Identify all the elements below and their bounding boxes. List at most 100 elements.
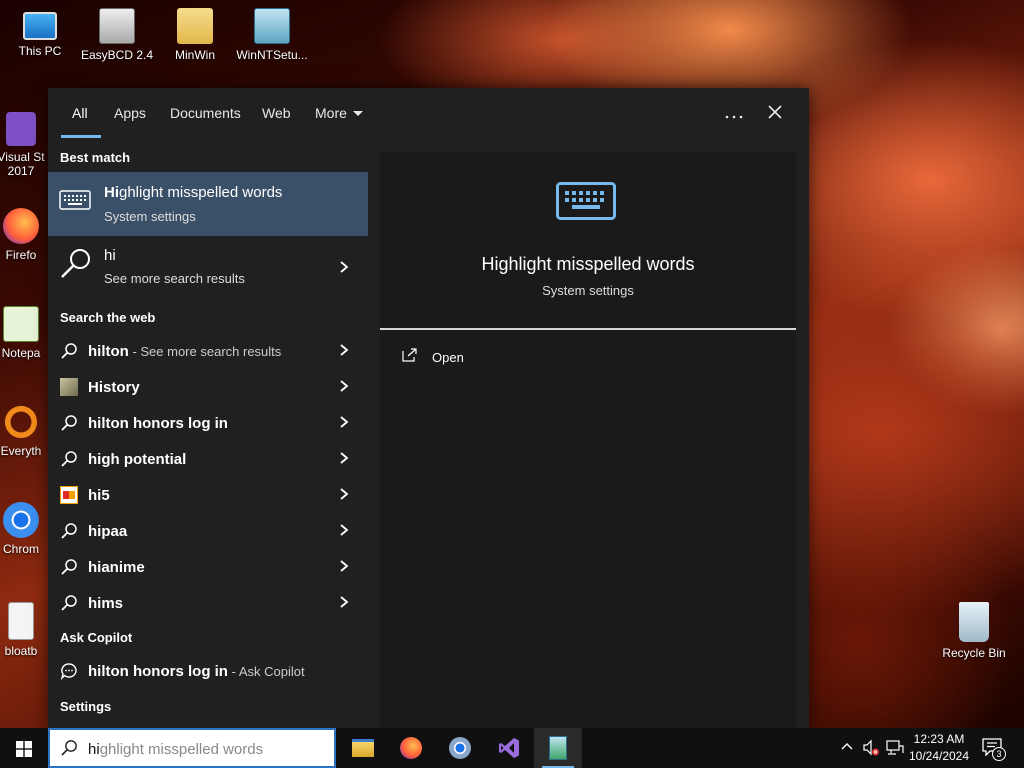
folder-icon bbox=[352, 739, 374, 757]
preview-pane: Highlight misspelled words System settin… bbox=[380, 152, 796, 728]
web-result-row[interactable]: high potential bbox=[48, 442, 368, 476]
tab-web[interactable]: Web bbox=[262, 105, 291, 121]
taskbar-chrome[interactable] bbox=[436, 728, 484, 768]
desktop-icon-visual-studio[interactable]: Visual St 2017 bbox=[0, 112, 50, 178]
more-search-results[interactable]: hi See more search results bbox=[48, 238, 368, 296]
search-icon bbox=[61, 740, 77, 756]
copilot-result-text: hilton honors log in - Ask Copilot bbox=[88, 663, 305, 680]
desktop-icon-chrome[interactable]: Chrom bbox=[0, 502, 50, 556]
notification-count-badge: 3 bbox=[992, 747, 1006, 761]
best-match-title: Highlight misspelled words bbox=[104, 184, 282, 201]
hi5-logo-icon bbox=[60, 486, 78, 504]
best-match-subtitle: System settings bbox=[104, 209, 196, 224]
desktop-icon-label: EasyBCD 2.4 bbox=[80, 48, 154, 62]
search-input[interactable]: highlight misspelled words bbox=[88, 741, 263, 758]
search-icon bbox=[61, 559, 77, 575]
copilot-result-bold: hilton honors log in bbox=[88, 663, 228, 680]
chevron-right-icon bbox=[340, 380, 349, 392]
search-icon bbox=[61, 343, 77, 359]
web-result-row[interactable]: hims bbox=[48, 586, 368, 620]
chevron-right-icon bbox=[340, 560, 349, 572]
desktop-icon-everything[interactable]: Everyth bbox=[0, 404, 50, 458]
desktop-icon-bloatbox[interactable]: bloatb bbox=[0, 602, 50, 658]
volume-muted-icon[interactable] bbox=[862, 739, 880, 757]
desktop-icon-minwin[interactable]: MinWin bbox=[155, 8, 235, 62]
folder-icon bbox=[177, 8, 213, 44]
web-result-bold: hianime bbox=[88, 559, 145, 576]
web-result-bold: hi5 bbox=[88, 487, 110, 504]
tab-all[interactable]: All bbox=[72, 105, 88, 121]
section-ask-copilot: Ask Copilot bbox=[60, 630, 133, 645]
clock-date[interactable]: 10/24/2024 bbox=[906, 749, 972, 763]
more-results-subtitle: See more search results bbox=[104, 271, 245, 286]
chrome-icon bbox=[449, 737, 471, 759]
search-tabs: All Apps Documents Web More bbox=[48, 88, 809, 140]
desktop-icon-label: Firefo bbox=[5, 248, 37, 262]
setup-icon bbox=[254, 8, 290, 44]
web-result-bold: hims bbox=[88, 595, 124, 612]
start-button[interactable] bbox=[0, 728, 48, 768]
web-result-row[interactable]: hilton - See more search results bbox=[48, 334, 368, 368]
web-result-row[interactable]: History bbox=[48, 370, 368, 404]
copilot-result-sub: - Ask Copilot bbox=[227, 664, 305, 679]
firefox-icon bbox=[400, 737, 422, 759]
active-tab-indicator bbox=[61, 135, 101, 138]
desktop-icon-label: Chrom bbox=[2, 542, 39, 556]
close-icon bbox=[768, 105, 782, 119]
web-result-text: hipaa bbox=[88, 523, 127, 540]
desktop-icon-notepad[interactable]: Notepa bbox=[0, 306, 50, 360]
best-match-title-bold: Hi bbox=[104, 184, 119, 201]
chevron-down-icon bbox=[352, 111, 363, 116]
taskbar-search-box[interactable]: highlight misspelled words bbox=[48, 728, 336, 768]
desktop-icon-winntsetup[interactable]: WinNTSetu... bbox=[232, 8, 312, 62]
taskbar-file-explorer[interactable] bbox=[338, 728, 386, 768]
open-action[interactable]: Open bbox=[400, 346, 520, 370]
desktop-icon-firefox[interactable]: Firefo bbox=[0, 208, 50, 262]
taskbar-visual-studio[interactable] bbox=[485, 728, 533, 768]
web-result-row[interactable]: hipaa bbox=[48, 514, 368, 548]
web-result-row[interactable]: hi5 bbox=[48, 478, 368, 512]
web-result-bold: hilton bbox=[88, 343, 129, 360]
taskbar-firefox[interactable] bbox=[387, 728, 435, 768]
notification-center-button[interactable]: 3 bbox=[980, 736, 1006, 761]
taskbar-setup-app[interactable] bbox=[534, 728, 582, 768]
search-icon bbox=[61, 595, 77, 611]
web-result-text: high potential bbox=[88, 451, 186, 468]
best-match-title-rest: ghlight misspelled words bbox=[119, 184, 283, 201]
notepad-icon bbox=[3, 306, 39, 342]
best-match-result[interactable]: Highlight misspelled words System settin… bbox=[48, 172, 368, 236]
desktop-icon-easybcd[interactable]: EasyBCD 2.4 bbox=[77, 8, 157, 62]
options-button[interactable] bbox=[720, 102, 748, 126]
desktop-icon-recycle-bin[interactable]: Recycle Bin bbox=[934, 602, 1014, 660]
tab-more[interactable]: More bbox=[315, 105, 363, 121]
section-search-web: Search the web bbox=[60, 310, 156, 325]
clock-time[interactable]: 12:23 AM bbox=[906, 732, 972, 746]
tab-apps[interactable]: Apps bbox=[114, 105, 146, 121]
monitor-icon bbox=[23, 12, 57, 40]
search-typed-text: hi bbox=[88, 741, 100, 758]
close-button[interactable] bbox=[761, 102, 789, 126]
copilot-result[interactable]: hilton honors log in - Ask Copilot bbox=[48, 654, 368, 688]
web-result-row[interactable]: hianime bbox=[48, 550, 368, 584]
web-result-text: hilton honors log in bbox=[88, 415, 228, 432]
web-result-text: hims bbox=[88, 595, 123, 612]
web-result-row[interactable]: hilton honors log in bbox=[48, 406, 368, 440]
chevron-right-icon bbox=[340, 452, 349, 464]
chat-bubble-icon bbox=[60, 663, 77, 680]
chevron-right-icon bbox=[340, 261, 349, 273]
chevron-up-icon[interactable] bbox=[841, 742, 853, 750]
network-icon[interactable] bbox=[886, 740, 904, 756]
web-result-text: History bbox=[88, 379, 140, 396]
web-result-text: hi5 bbox=[88, 487, 110, 504]
desktop-icon-label: Recycle Bin bbox=[942, 646, 1006, 660]
search-icon bbox=[61, 523, 77, 539]
desktop-icon-label: bloatb bbox=[4, 644, 38, 658]
desktop-icon-this-pc[interactable]: This PC bbox=[0, 8, 80, 58]
web-result-bold: high potential bbox=[88, 451, 187, 468]
web-result-bold: hilton honors log in bbox=[88, 415, 228, 432]
tab-documents[interactable]: Documents bbox=[170, 105, 241, 121]
web-result-text: hilton - See more search results bbox=[88, 343, 281, 360]
web-result-text: hianime bbox=[88, 559, 145, 576]
desktop-icon-label: MinWin bbox=[174, 48, 215, 62]
desktop-icon-label: This PC bbox=[18, 44, 62, 58]
